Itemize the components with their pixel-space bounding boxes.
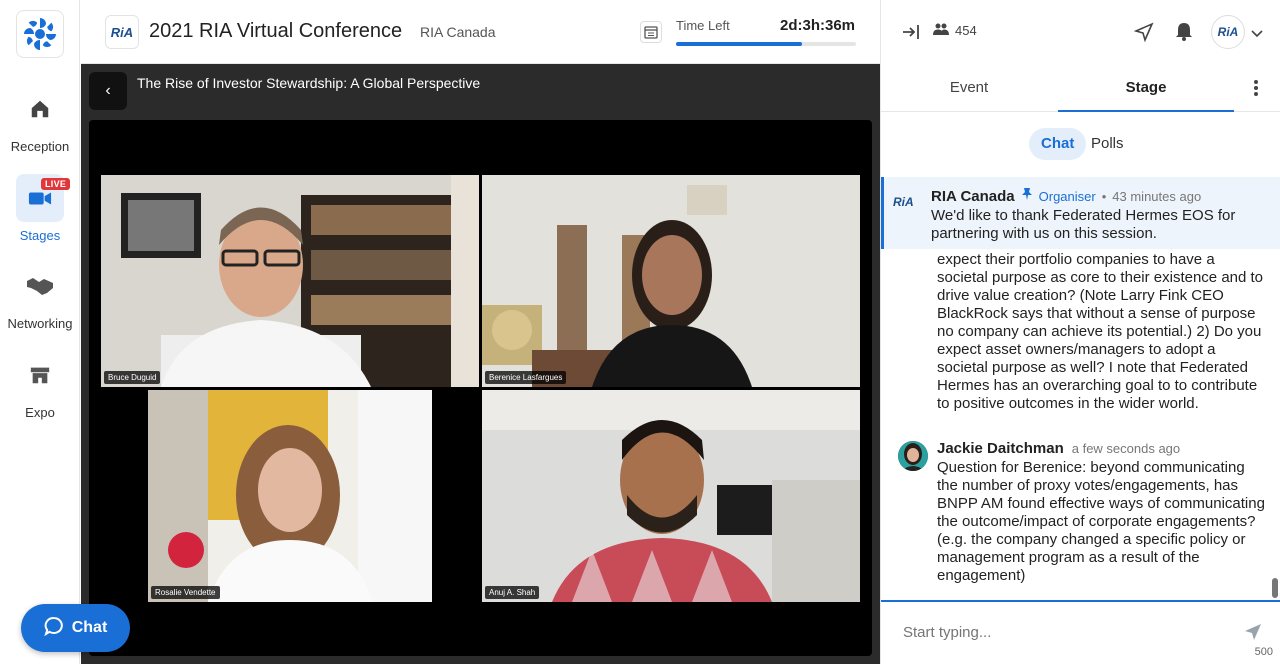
participant-name: Bruce Duguid bbox=[104, 371, 161, 384]
video-grid: Bruce Duguid Berenice Lasfargues Rosalie… bbox=[89, 120, 872, 656]
organizer-name[interactable]: RIA Canada bbox=[420, 24, 496, 40]
chat-composer: 500 bbox=[881, 600, 1280, 664]
chat-input[interactable] bbox=[903, 624, 1233, 641]
app-logo[interactable] bbox=[16, 10, 64, 58]
time-left-progress-fill bbox=[676, 42, 802, 46]
organiser-role: Organiser bbox=[1038, 189, 1096, 204]
nav-item-stages[interactable]: LIVE Stages bbox=[0, 174, 80, 243]
sender-avatar bbox=[898, 441, 928, 471]
right-panel-toolbar: 454 RiA bbox=[881, 0, 1280, 64]
participant-video bbox=[482, 175, 860, 387]
sender-logo: RiA bbox=[893, 195, 914, 209]
nav-label: Stages bbox=[19, 228, 61, 243]
participant-name: Berenice Lasfargues bbox=[485, 371, 567, 384]
pinned-message: RiA RIA Canada Organiser • 43 minutes ag… bbox=[881, 177, 1280, 249]
message-text: Question for Berenice: beyond communicat… bbox=[937, 459, 1265, 584]
video-tile[interactable]: Bruce Duguid bbox=[101, 175, 479, 387]
message-time: a few seconds ago bbox=[1071, 441, 1181, 456]
tab-stage[interactable]: Stage bbox=[1058, 64, 1234, 112]
chat-subtabs: Chat Polls bbox=[881, 112, 1280, 176]
right-panel: 454 RiA Event Stage Chat Polls RiA RIA C… bbox=[880, 0, 1280, 664]
stage-area: ‹ The Rise of Investor Stewardship: A Gl… bbox=[81, 64, 880, 664]
top-header: RiA 2021 RIA Virtual Conference RIA Cana… bbox=[81, 0, 880, 64]
live-badge: LIVE bbox=[41, 178, 71, 190]
chat-button-label: Chat bbox=[71, 619, 108, 636]
user-avatar[interactable]: RiA bbox=[1211, 15, 1245, 49]
video-tile[interactable]: Rosalie Vendette bbox=[148, 390, 432, 602]
handshake-icon bbox=[16, 262, 64, 310]
participant-video bbox=[101, 175, 479, 387]
time-left-value: 2d:3h:36m bbox=[780, 17, 856, 34]
chevron-down-icon[interactable] bbox=[1251, 26, 1263, 44]
swirl-logo-icon bbox=[24, 18, 56, 50]
nav-label: Expo bbox=[25, 405, 55, 420]
chat-scrollbar[interactable] bbox=[1272, 578, 1278, 598]
subtab-chat[interactable]: Chat bbox=[1029, 128, 1087, 160]
participant-video bbox=[148, 390, 432, 602]
chat-floating-button[interactable]: Chat bbox=[21, 604, 130, 652]
message-sender: Jackie Daitchman bbox=[937, 440, 1064, 457]
event-title: 2021 RIA Virtual Conference bbox=[149, 20, 403, 42]
nav-item-reception[interactable]: Reception bbox=[0, 85, 80, 154]
pin-icon bbox=[1021, 187, 1033, 206]
nav-label: Reception bbox=[10, 139, 70, 154]
session-title: The Rise of Investor Stewardship: A Glob… bbox=[137, 75, 481, 91]
more-options-icon[interactable] bbox=[1253, 79, 1259, 102]
chat-bubble-icon bbox=[43, 616, 64, 641]
time-left-label: Time Left bbox=[676, 18, 730, 33]
left-nav: Reception LIVE Stages Networking Expo bbox=[0, 0, 80, 664]
chevron-left-icon: ‹ bbox=[105, 82, 111, 99]
event-logo: RiA bbox=[105, 15, 139, 49]
attendee-count[interactable]: 454 bbox=[933, 23, 977, 38]
store-icon bbox=[16, 351, 64, 399]
char-limit: 500 bbox=[1254, 646, 1273, 658]
people-icon bbox=[933, 23, 949, 38]
video-tile[interactable]: Anuj A. Shah bbox=[482, 390, 860, 602]
participant-video bbox=[482, 390, 860, 602]
home-icon bbox=[16, 85, 64, 133]
panel-tabs: Event Stage bbox=[881, 64, 1280, 112]
time-left-progress bbox=[676, 42, 856, 46]
calendar-icon[interactable] bbox=[640, 21, 662, 43]
nav-label: Networking bbox=[7, 316, 73, 331]
bell-icon[interactable] bbox=[1175, 21, 1193, 46]
attendee-count-value: 454 bbox=[955, 23, 977, 38]
nav-item-expo[interactable]: Expo bbox=[0, 351, 80, 420]
message-text: expect their portfolio companies to have… bbox=[937, 251, 1264, 412]
meta-separator: • bbox=[1101, 189, 1107, 204]
message-time: 43 minutes ago bbox=[1112, 189, 1202, 204]
send-message-icon[interactable] bbox=[1243, 622, 1263, 647]
participant-name: Anuj A. Shah bbox=[485, 586, 540, 599]
video-tile[interactable]: Berenice Lasfargues bbox=[482, 175, 860, 387]
nav-item-networking[interactable]: Networking bbox=[0, 262, 80, 331]
message-sender: RIA Canada bbox=[931, 188, 1015, 205]
participant-name: Rosalie Vendette bbox=[151, 586, 220, 599]
tab-event[interactable]: Event bbox=[881, 64, 1057, 112]
message-text: We'd like to thank Federated Hermes EOS … bbox=[931, 207, 1236, 242]
subtab-polls[interactable]: Polls bbox=[1079, 128, 1136, 160]
chat-messages[interactable]: expect their portfolio companies to have… bbox=[881, 249, 1280, 599]
send-icon[interactable] bbox=[1133, 22, 1154, 47]
back-button[interactable]: ‹ bbox=[89, 72, 127, 110]
collapse-panel-icon[interactable] bbox=[901, 22, 921, 47]
